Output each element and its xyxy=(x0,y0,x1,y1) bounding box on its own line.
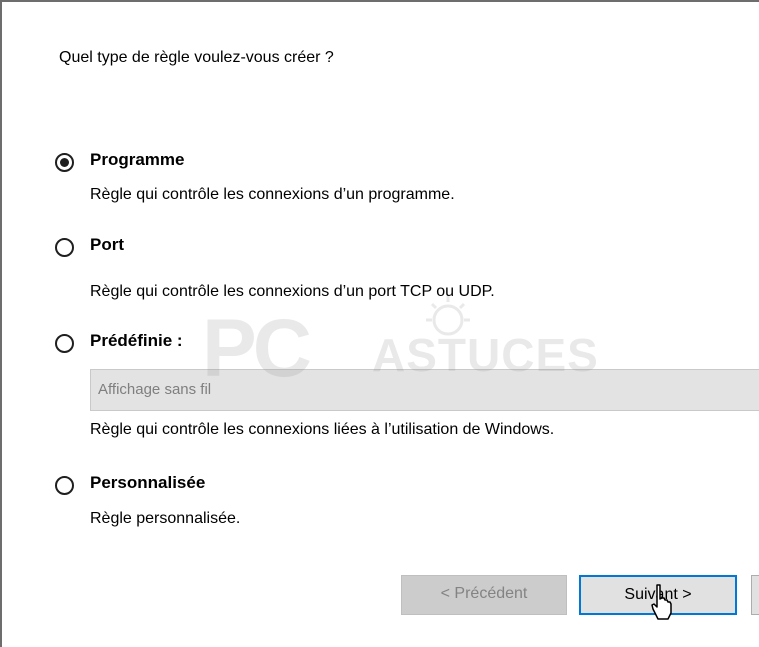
radio-programme[interactable] xyxy=(55,153,74,172)
cancel-button-partial[interactable] xyxy=(751,575,759,615)
radio-selected-dot xyxy=(60,158,69,167)
wizard-dialog-panel: Quel type de règle voulez-vous créer ? P… xyxy=(0,0,759,647)
option-custom-label[interactable]: Personnalisée xyxy=(90,473,205,493)
radio-predefined[interactable] xyxy=(55,334,74,353)
radio-custom[interactable] xyxy=(55,476,74,495)
hand-pointer-cursor-icon xyxy=(651,584,672,620)
option-port-description: Règle qui contrôle les connexions d’un p… xyxy=(90,283,495,300)
lightbulb-icon xyxy=(426,296,470,336)
predefined-rule-dropdown[interactable]: Affichage sans fil xyxy=(90,369,759,411)
previous-button[interactable]: < Précédent xyxy=(401,575,567,615)
option-programme-description: Règle qui contrôle les connexions d’un p… xyxy=(90,186,455,203)
radio-port[interactable] xyxy=(55,238,74,257)
rule-type-question: Quel type de règle voulez-vous créer ? xyxy=(59,49,334,66)
option-predefined-description: Règle qui contrôle les connexions liées … xyxy=(90,421,555,438)
option-custom-description: Règle personnalisée. xyxy=(90,510,241,527)
predefined-rule-value: Affichage sans fil xyxy=(98,381,212,398)
option-port-label[interactable]: Port xyxy=(90,235,124,255)
option-programme-label[interactable]: Programme xyxy=(90,150,184,170)
option-predefined-label[interactable]: Prédéfinie : xyxy=(90,331,183,351)
